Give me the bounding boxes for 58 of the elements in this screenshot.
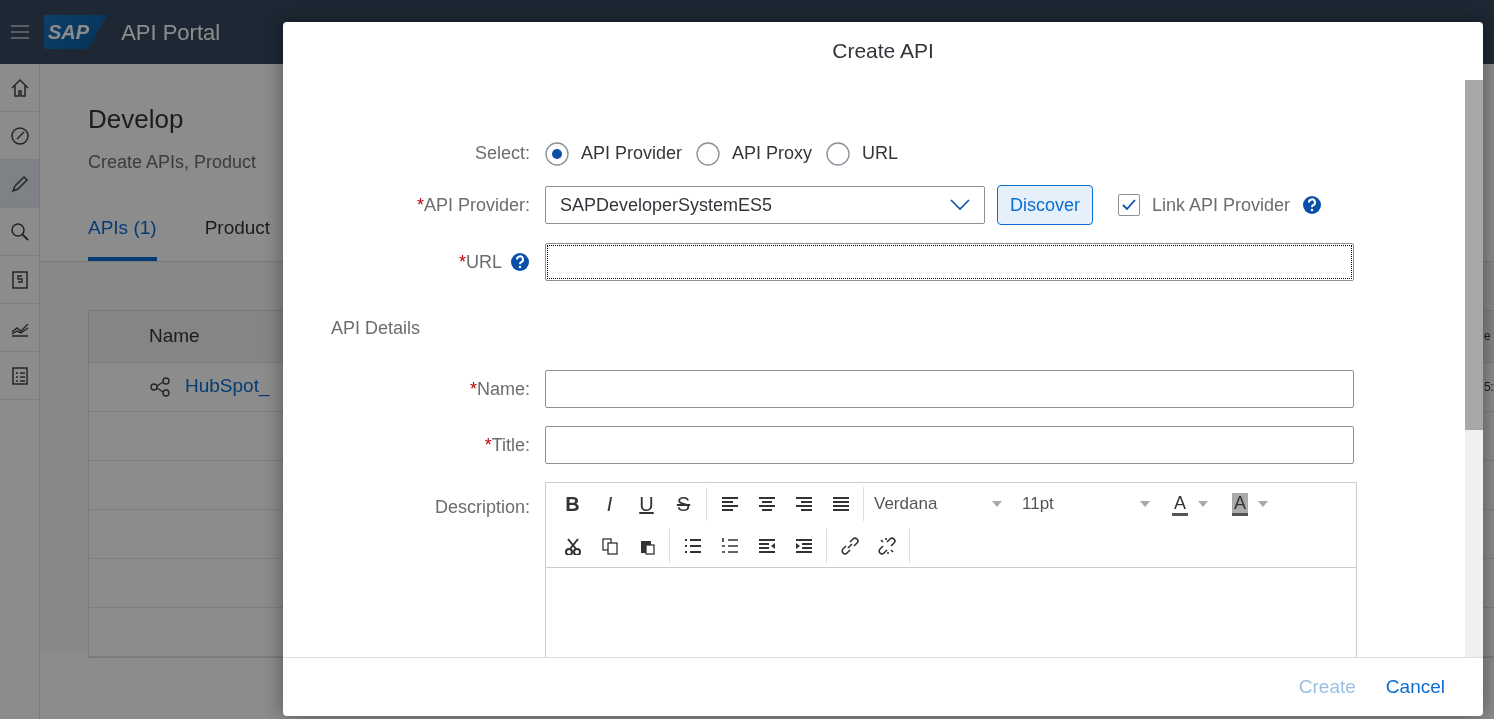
scrollbar[interactable] [1465, 80, 1483, 657]
link-icon[interactable] [840, 537, 859, 555]
provider-dropdown[interactable]: SAPDeveloperSystemES5 [545, 186, 985, 224]
page-title: Develop [88, 104, 185, 136]
page-subtitle: Create APIs, Product [88, 151, 257, 175]
radio-option[interactable]: API Proxy [696, 140, 813, 167]
rich-text-editor[interactable]: B I U S Verdana 11pt A A [545, 482, 1357, 657]
scissors-icon[interactable] [563, 537, 582, 555]
field-label: *Title: [484, 433, 530, 457]
align-center-icon[interactable] [757, 495, 776, 513]
underline-button[interactable]: U [628, 487, 665, 521]
url-input-field[interactable] [545, 243, 1354, 281]
field-label: Description: [434, 496, 530, 519]
dialog-title: Create API [831, 38, 935, 65]
search-icon [8, 220, 31, 243]
align-left-icon[interactable] [720, 495, 739, 513]
numbered-list-icon[interactable] [720, 537, 739, 555]
caret-icon [1140, 501, 1150, 507]
text-input-field[interactable] [545, 370, 1354, 408]
sidebar-item[interactable] [0, 160, 39, 208]
gauge-icon [8, 124, 31, 147]
field-label: Select: [474, 142, 530, 165]
font-size-select[interactable]: 11pt [1012, 491, 1160, 517]
chevron-down-icon [950, 199, 970, 211]
discover-button[interactable]: Discover [997, 185, 1093, 225]
text-input-field[interactable] [545, 426, 1354, 464]
table-cell: 5: [1484, 379, 1493, 394]
logo: SAP [44, 15, 108, 49]
field-label: *Name: [469, 377, 530, 401]
font-family-select[interactable]: Verdana [864, 491, 1012, 517]
field-label: *URL [458, 250, 502, 274]
italic-button[interactable]: I [591, 487, 628, 521]
dialog-button[interactable]: Cancel [1375, 668, 1455, 706]
caret-icon [1258, 501, 1269, 507]
section-heading: API Details [330, 317, 422, 340]
copy-icon[interactable] [600, 537, 619, 555]
bullet-list-icon[interactable] [683, 537, 702, 555]
tab[interactable]: Product [204, 214, 271, 261]
column-header: Name [149, 323, 200, 348]
checkmark-icon [1122, 199, 1136, 211]
caret-icon [992, 501, 1002, 507]
field-label: *API Provider: [416, 193, 530, 217]
outdent-icon[interactable] [757, 537, 776, 555]
bold-button[interactable]: B [554, 487, 591, 521]
text-color-button[interactable]: A [1160, 492, 1220, 516]
column-header: e [1484, 329, 1491, 344]
radio-option[interactable]: API Provider [545, 140, 683, 167]
share-icon [149, 375, 171, 398]
caret-icon [1198, 501, 1208, 507]
unlink-icon[interactable] [877, 537, 896, 555]
justify-icon[interactable] [831, 495, 850, 513]
align-right-icon[interactable] [794, 495, 813, 513]
highlight-color-button[interactable]: A [1220, 492, 1281, 516]
indent-icon[interactable] [794, 537, 813, 555]
link-provider-checkbox[interactable]: Link API Provider [1118, 191, 1291, 219]
app-title: API Portal [121, 18, 221, 47]
radio-option[interactable]: URL [826, 140, 899, 167]
strikethrough-button[interactable]: S [665, 487, 702, 521]
